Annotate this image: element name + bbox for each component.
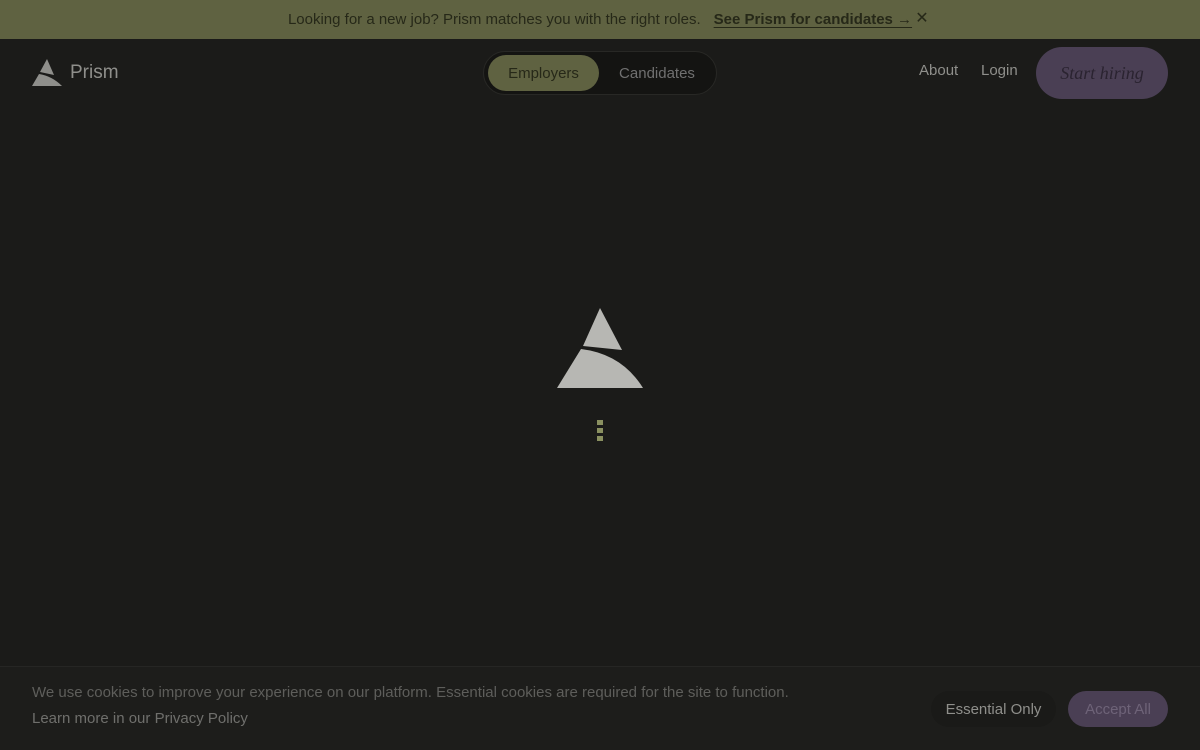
tab-candidates[interactable]: Candidates	[602, 55, 712, 91]
tab-employers[interactable]: Employers	[488, 55, 599, 91]
audience-toggle: Employers Candidates	[483, 51, 717, 95]
accept-all-button[interactable]: Accept All	[1068, 691, 1168, 727]
login-link[interactable]: Login	[981, 62, 1018, 79]
prism-logo-icon	[557, 308, 643, 388]
loading-logo	[556, 306, 644, 395]
loading-dot	[597, 420, 603, 425]
announcement-text: Looking for a new job? Prism matches you…	[287, 11, 701, 28]
about-link[interactable]: About	[919, 62, 958, 79]
essential-only-button[interactable]: Essential Only	[931, 691, 1056, 727]
prism-logo-icon	[32, 59, 62, 86]
loading-indicator	[597, 420, 603, 442]
cookie-banner: We use cookies to improve your experienc…	[0, 666, 1200, 750]
top-nav: Prism Employers Candidates About Login S…	[0, 39, 1200, 107]
cookie-message: We use cookies to improve your experienc…	[32, 684, 789, 701]
loading-dot	[597, 436, 603, 441]
brand-name: Prism	[70, 61, 119, 83]
privacy-policy-link[interactable]: Learn more in our Privacy Policy	[32, 710, 248, 727]
close-icon[interactable]: ✕	[912, 8, 932, 28]
start-hiring-button[interactable]: Start hiring	[1036, 47, 1168, 99]
announcement-bar: Looking for a new job? Prism matches you…	[0, 0, 1200, 39]
brand-logo[interactable]: Prism	[32, 58, 119, 87]
candidates-link[interactable]: See Prism for candidates →	[714, 11, 912, 28]
loading-dot	[597, 428, 603, 433]
